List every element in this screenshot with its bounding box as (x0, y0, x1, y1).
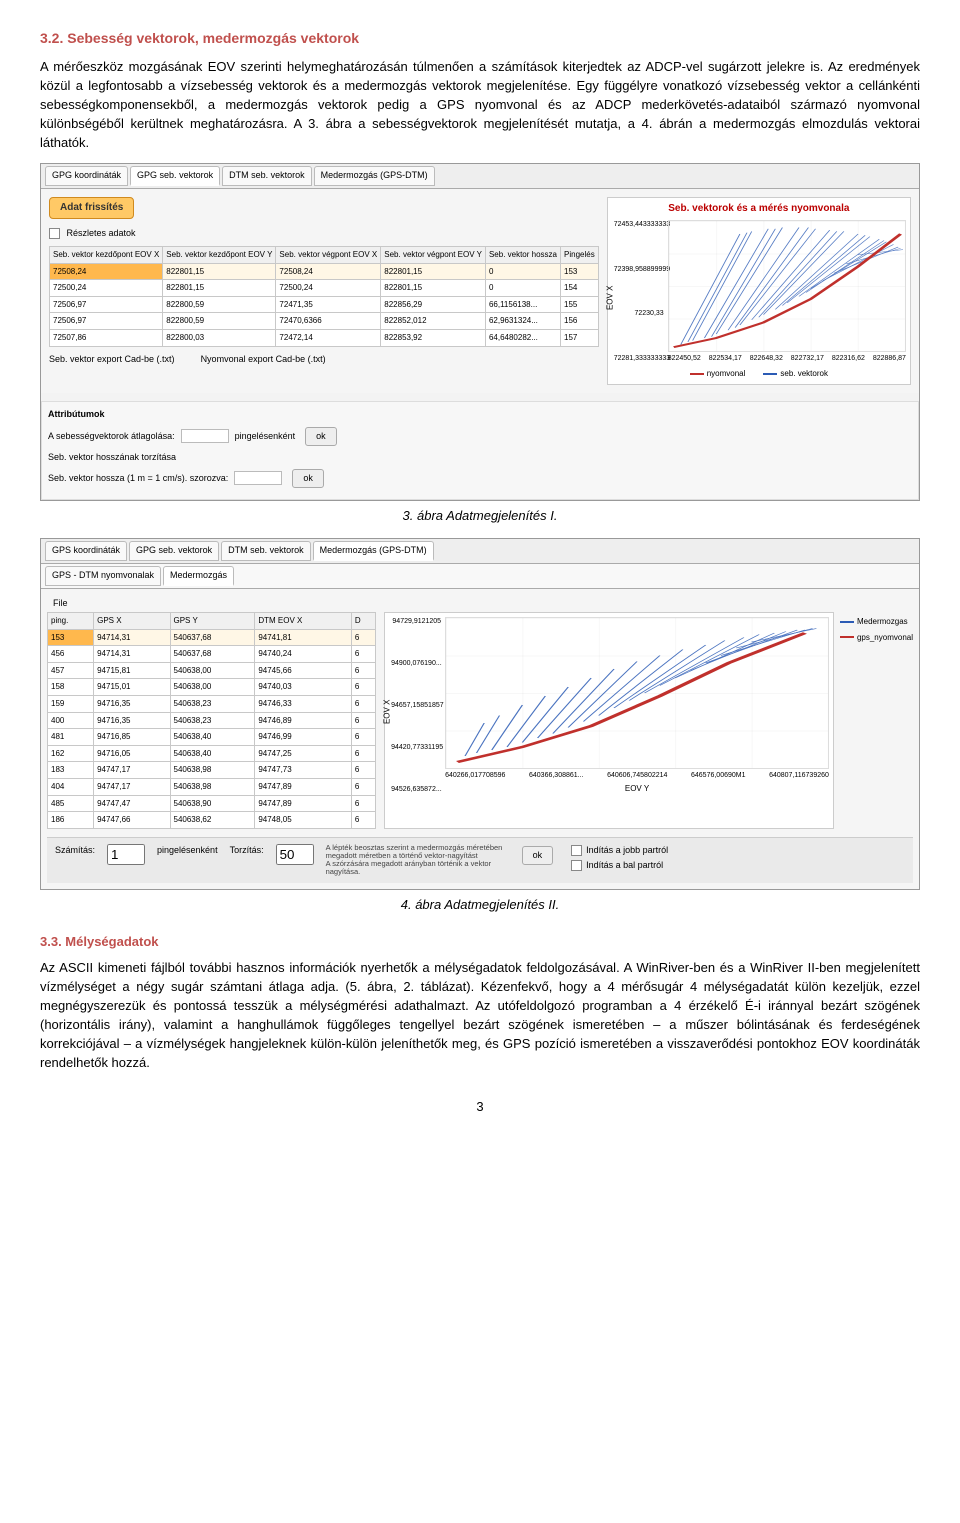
figure-3-screenshot: GPG koordináták GPG seb. vektorok DTM se… (40, 163, 920, 501)
export-links-row: Seb. vektor export Cad-be (.txt) Nyomvon… (49, 353, 599, 366)
figure-4-caption: 4. ábra Adatmegjelenítés II. (40, 896, 920, 915)
chart-legend: nyomvonal seb. vektorok (612, 368, 906, 380)
tab-dtm-seb-vectors[interactable]: DTM seb. vektorok (222, 166, 312, 186)
col-gpsy: GPS Y (170, 612, 255, 629)
calc-input[interactable] (107, 844, 145, 865)
section-paragraph-1: A mérőeszköz mozgásának EOV szerinti hel… (40, 58, 920, 152)
torz-input[interactable] (276, 844, 314, 865)
table-header-row: Seb. vektor kezdőpont EOV X Seb. vektor … (50, 247, 599, 264)
calc-bar: Számítás: pingelésenként Torzítás: A lép… (47, 837, 913, 883)
avg-label: A sebességvektorok átlagolása: (48, 430, 175, 443)
table-row[interactable]: 48594747,47540638,9094747,896 (48, 795, 376, 812)
export-vectors-link[interactable]: Seb. vektor export Cad-be (.txt) (49, 353, 175, 366)
col-start-y: Seb. vektor kezdőpont EOV Y (163, 247, 276, 264)
figure-3-caption: 3. ábra Adatmegjelenítés I. (40, 507, 920, 526)
table-row[interactable]: 18394747,17540638,9894747,736 (48, 762, 376, 779)
tab-bar: GPG koordináták GPG seb. vektorok DTM se… (41, 164, 919, 189)
export-path-link[interactable]: Nyomvonal export Cad-be (.txt) (201, 353, 326, 366)
avg-unit: pingelésenként (235, 430, 296, 443)
refresh-button[interactable]: Adat frissítés (49, 197, 134, 220)
table-row[interactable]: 18694747,66540638,6294748,056 (48, 812, 376, 829)
table-row[interactable]: 16294716,05540638,4094747,256 (48, 745, 376, 762)
table-row[interactable]: 72506,97822800,5972470,6366822852,01262,… (50, 313, 599, 330)
right-bank-label: Indítás a jobb partról (586, 845, 668, 855)
left-bank-label: Indítás a bal partról (586, 860, 663, 870)
tab2-gpg-seb[interactable]: GPG seb. vektorok (129, 541, 219, 561)
table-row[interactable]: 72507,86822800,0372472,14822853,9264,648… (50, 330, 599, 347)
table-row[interactable]: 48194716,85540638,4094746,996 (48, 729, 376, 746)
col-start-x: Seb. vektor kezdőpont EOV X (50, 247, 163, 264)
col-gpsx: GPS X (94, 612, 170, 629)
table-row[interactable]: 45694714,31540637,6894740,246 (48, 646, 376, 663)
col-end-x: Seb. vektor végpont EOV X (276, 247, 381, 264)
chart2-yticks: 94729,9121205 94900,076190... 94657,1585… (391, 617, 441, 795)
chart-xticks: 822450,52 822534,17 822648,32 822732,17 … (668, 354, 906, 364)
table-row[interactable]: 72508,24822801,1572508,24822801,150153 (50, 263, 599, 280)
section-paragraph-2: Az ASCII kimeneti fájlból további haszno… (40, 959, 920, 1072)
chart2-xticks: 640266,017708596 640366,308861... 640606… (445, 771, 829, 781)
tab2-medermozgas[interactable]: Medermozgás (GPS-DTM) (313, 541, 434, 561)
calc-unit: pingelésenként (157, 844, 218, 857)
outer-tab-bar: GPS koordináták GPG seb. vektorok DTM se… (41, 539, 919, 564)
tab-gpg-seb-vectors[interactable]: GPG seb. vektorok (130, 166, 220, 186)
col-d: D (351, 612, 375, 629)
velocity-chart-box: Seb. vektorok és a mérés nyomvonala EOV … (607, 197, 911, 385)
distort-label: Seb. vektor hosszának torzítása (48, 451, 176, 464)
chart-title: Seb. vektorok és a mérés nyomvonala (612, 202, 906, 217)
scale-ok-button[interactable]: ok (292, 469, 324, 488)
detailed-data-label: Részletes adatok (67, 228, 136, 238)
chart-yticks: 72453,443333333 72398,958899999 72230,33… (614, 220, 664, 364)
attributes-panel: Attribútumok A sebességvektorok átlagolá… (41, 401, 919, 500)
tab-medermozgas[interactable]: Medermozgás (GPS-DTM) (314, 166, 435, 186)
section-title: 3.2. Sebesség vektorok, medermozgás vekt… (40, 28, 920, 48)
col-ping: ping. (48, 612, 94, 629)
chart-plot-area (668, 220, 906, 352)
figure-4-screenshot: GPS koordináták GPG seb. vektorok DTM se… (40, 538, 920, 890)
attributes-title: Attribútumok (48, 408, 912, 421)
table-row[interactable]: 15994716,35540638,2394746,336 (48, 695, 376, 712)
bedmove-chart-box: EOV X 94729,9121205 94900,076190... 9465… (384, 612, 834, 829)
chart2-plot-area (445, 617, 829, 769)
table-row[interactable]: 15894715,01540638,0094740,036 (48, 679, 376, 696)
col-length: Seb. vektor hossza (485, 247, 560, 264)
page-number: 3 (40, 1098, 920, 1117)
scale-input[interactable] (234, 471, 282, 485)
chart2-xlabel: EOV Y (445, 783, 829, 795)
scale-label: Seb. vektor hossza (1 m = 1 cm/s). szoro… (48, 472, 228, 485)
col-end-y: Seb. vektor végpont EOV Y (381, 247, 486, 264)
file-menu[interactable]: File (47, 595, 913, 612)
table-row[interactable]: 40494747,17540638,9894747,896 (48, 778, 376, 795)
table-row[interactable]: 72500,24822801,1572500,24822801,150154 (50, 280, 599, 297)
tab-gpg-coords[interactable]: GPG koordináták (45, 166, 128, 186)
calc-help-text: A lépték beosztas szerint a medermozgás … (326, 844, 506, 877)
inner-tab-paths[interactable]: GPS - DTM nyomvonalak (45, 566, 161, 586)
col-dtmx: DTM EOV X (255, 612, 352, 629)
table-row[interactable]: 72506,97822800,5972471,35822856,2966,115… (50, 296, 599, 313)
velocity-vector-table[interactable]: Seb. vektor kezdőpont EOV X Seb. vektor … (49, 246, 599, 347)
calc-ok-button[interactable]: ok (522, 846, 554, 865)
inner-tab-medermozgas[interactable]: Medermozgás (163, 566, 234, 586)
table-row[interactable]: 45794715,81540638,0094745,666 (48, 662, 376, 679)
tab2-dtm-seb[interactable]: DTM seb. vektorok (221, 541, 311, 561)
chart2-legend: Medermozgas gps_nyomvonal (840, 616, 913, 829)
left-bank-checkbox[interactable] (571, 860, 582, 871)
tab2-gps-coords[interactable]: GPS koordináták (45, 541, 127, 561)
depth-table[interactable]: ping. GPS X GPS Y DTM EOV X D 15394714,3… (47, 612, 376, 829)
table-header-row: ping. GPS X GPS Y DTM EOV X D (48, 612, 376, 629)
detailed-data-checkbox-row: Részletes adatok (49, 227, 599, 240)
subsection-title: 3.3. Mélységadatok (40, 933, 920, 952)
inner-tab-bar: GPS - DTM nyomvonalak Medermozgás (41, 564, 919, 589)
calc-label: Számítás: (55, 844, 95, 857)
detailed-data-checkbox[interactable] (49, 228, 60, 239)
right-bank-checkbox[interactable] (571, 845, 582, 856)
table-row[interactable]: 40094716,35540638,2394746,896 (48, 712, 376, 729)
avg-ok-button[interactable]: ok (305, 427, 337, 446)
table-row[interactable]: 15394714,31540637,6894741,816 (48, 629, 376, 646)
avg-input[interactable] (181, 429, 229, 443)
torz-label: Torzítás: (230, 844, 264, 857)
col-ping: Pingelés (561, 247, 599, 264)
